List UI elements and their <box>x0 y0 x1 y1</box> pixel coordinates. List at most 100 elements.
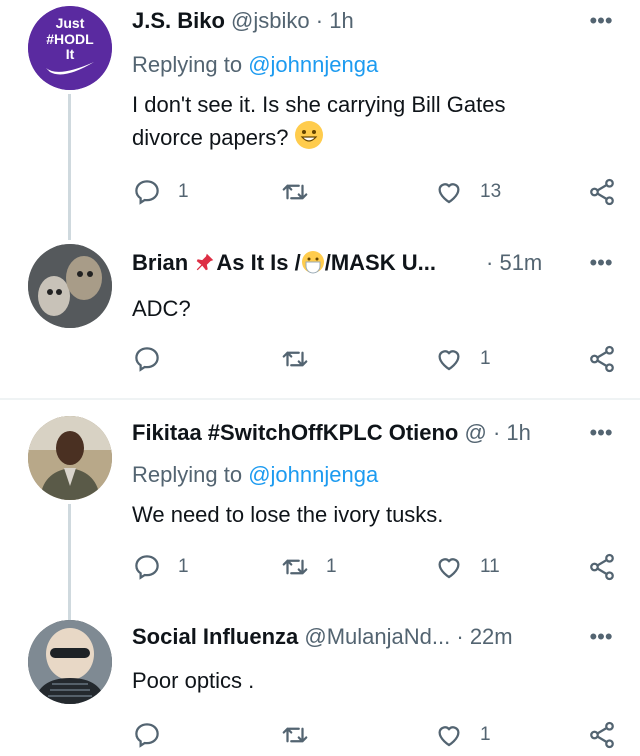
tweet-header: Brian As It Is / /MASK U... <box>132 250 545 280</box>
username[interactable]: @ <box>465 420 487 445</box>
replying-to-link[interactable]: @johnnjenga <box>248 52 378 77</box>
tweet-3[interactable]: Fikitaa #SwitchOffKPLC Otieno @ · 1h •••… <box>0 400 640 620</box>
like-count: 13 <box>480 181 502 202</box>
username[interactable]: @jsbiko <box>231 8 310 33</box>
display-name[interactable]: Fikitaa #SwitchOffKPLC Otieno <box>132 420 458 445</box>
separator-dot: · <box>456 624 464 649</box>
avatar-jsbiko-image: Just #HODL It <box>28 6 112 90</box>
reply-button[interactable] <box>132 718 178 752</box>
more-options-icon[interactable]: ••• <box>586 250 616 280</box>
tweet-header: Fikitaa #SwitchOffKPLC Otieno @ · 1h <box>132 420 560 450</box>
timestamp[interactable]: 1h <box>506 420 530 445</box>
reply-icon <box>135 180 159 205</box>
heart-icon <box>438 350 460 371</box>
grinning-emoji-icon <box>294 121 323 149</box>
like-count: 1 <box>480 348 491 369</box>
like-count: 1 <box>480 724 491 745</box>
avatar-fikitaa[interactable] <box>28 416 112 500</box>
share-icon <box>590 345 614 373</box>
tweet-text-line: I don't see it. Is she carrying Bill Gat… <box>132 92 506 117</box>
timestamp[interactable]: 22m <box>470 624 513 649</box>
avatar-text-it: It <box>66 46 75 62</box>
share-button[interactable] <box>587 342 617 376</box>
mask-face-icon <box>301 250 325 275</box>
replying-to: Replying to @johnnjenga <box>132 462 378 488</box>
retweet-icon <box>282 184 308 200</box>
retweet-icon <box>282 727 308 743</box>
reply-count: 1 <box>178 556 189 577</box>
tweet-2[interactable]: Brian As It Is / /MASK U... · 51m ••• ADC… <box>0 230 640 398</box>
display-name-suffix-2: /MASK U... <box>324 250 436 275</box>
display-name[interactable]: J.S. Biko <box>132 8 225 33</box>
reply-button[interactable]: 1 <box>132 550 189 584</box>
timestamp[interactable]: 51m <box>499 250 542 275</box>
heart-icon <box>438 183 460 204</box>
retweet-button[interactable] <box>280 718 326 752</box>
pushpin-icon <box>194 250 216 275</box>
like-button[interactable]: 1 <box>434 718 491 752</box>
heart-icon <box>438 726 460 747</box>
retweet-button[interactable]: 1 <box>280 550 337 584</box>
display-name[interactable]: Social Influenza <box>132 624 298 649</box>
avatar-social-influenza[interactable] <box>28 620 112 704</box>
like-button[interactable]: 1 <box>434 342 491 376</box>
thread-line <box>68 504 71 620</box>
tweet-actions: 1 <box>132 342 622 376</box>
share-button[interactable] <box>587 718 617 752</box>
reply-button[interactable] <box>132 342 178 376</box>
like-count: 11 <box>480 556 500 577</box>
replying-to-link[interactable]: @johnnjenga <box>248 462 378 487</box>
avatar-jsbiko[interactable]: Just #HODL It <box>28 6 112 90</box>
separator-dot: · <box>315 8 324 33</box>
display-name-suffix: As It Is / <box>216 250 301 275</box>
avatar-fikitaa-image <box>28 416 112 500</box>
tweet-header: Social Influenza @MulanjaNd... · 22m <box>132 624 560 654</box>
reply-icon <box>135 723 159 748</box>
avatar-text-just: Just <box>56 15 85 31</box>
reply-icon <box>135 347 159 372</box>
tweet-1[interactable]: Just #HODL It J.S. Biko @jsbiko · 1h •••… <box>0 0 640 240</box>
tweet-text: Poor optics . <box>132 668 255 693</box>
share-icon <box>590 178 614 206</box>
share-icon <box>590 721 614 749</box>
separator-dot: · <box>492 420 501 445</box>
retweet-button[interactable] <box>280 175 326 209</box>
tweet-actions: 1 <box>132 718 622 752</box>
replying-to-prefix: Replying to <box>132 462 243 487</box>
replying-to: Replying to @johnnjenga <box>132 52 378 78</box>
username[interactable]: @MulanjaNd... <box>304 624 450 649</box>
tweet-4[interactable]: Social Influenza @MulanjaNd... · 22m •••… <box>0 610 640 756</box>
tweet-text: ADC? <box>132 296 191 321</box>
retweet-button[interactable] <box>280 342 326 376</box>
tweet-actions: 1 1 11 <box>132 550 622 584</box>
share-button[interactable] <box>587 175 617 209</box>
more-options-icon[interactable]: ••• <box>586 8 616 38</box>
timestamp[interactable]: 1h <box>329 8 353 33</box>
tweet-time: · 51m <box>486 250 560 280</box>
tweet-text: I don't see it. Is she carrying Bill Gat… <box>132 88 572 154</box>
reply-icon <box>135 555 159 580</box>
heart-icon <box>438 558 460 579</box>
reply-count: 1 <box>178 181 189 202</box>
retweet-count: 1 <box>326 556 337 577</box>
avatar-text-hodl: #HODL <box>46 31 94 47</box>
display-name-first: Brian <box>132 250 189 275</box>
reply-button[interactable]: 1 <box>132 175 189 209</box>
tweet-text: We need to lose the ivory tusks. <box>132 502 444 527</box>
thread-line <box>68 94 71 240</box>
retweet-icon <box>282 559 308 575</box>
tweet-header: J.S. Biko @jsbiko · 1h <box>132 8 560 38</box>
more-options-icon[interactable]: ••• <box>586 624 616 654</box>
tweet-text-line: divorce papers? <box>132 121 572 154</box>
more-options-icon[interactable]: ••• <box>586 420 616 450</box>
like-button[interactable]: 13 <box>434 175 501 209</box>
retweet-icon <box>282 351 308 367</box>
separator-dot: · <box>486 250 494 275</box>
share-button[interactable] <box>587 550 617 584</box>
replying-to-prefix: Replying to <box>132 52 243 77</box>
avatar-brian[interactable] <box>28 244 112 328</box>
share-icon <box>590 553 614 581</box>
like-button[interactable]: 11 <box>434 550 500 584</box>
display-name[interactable]: Brian As It Is / /MASK U... <box>132 250 436 275</box>
tweet-actions: 1 13 <box>132 175 622 209</box>
